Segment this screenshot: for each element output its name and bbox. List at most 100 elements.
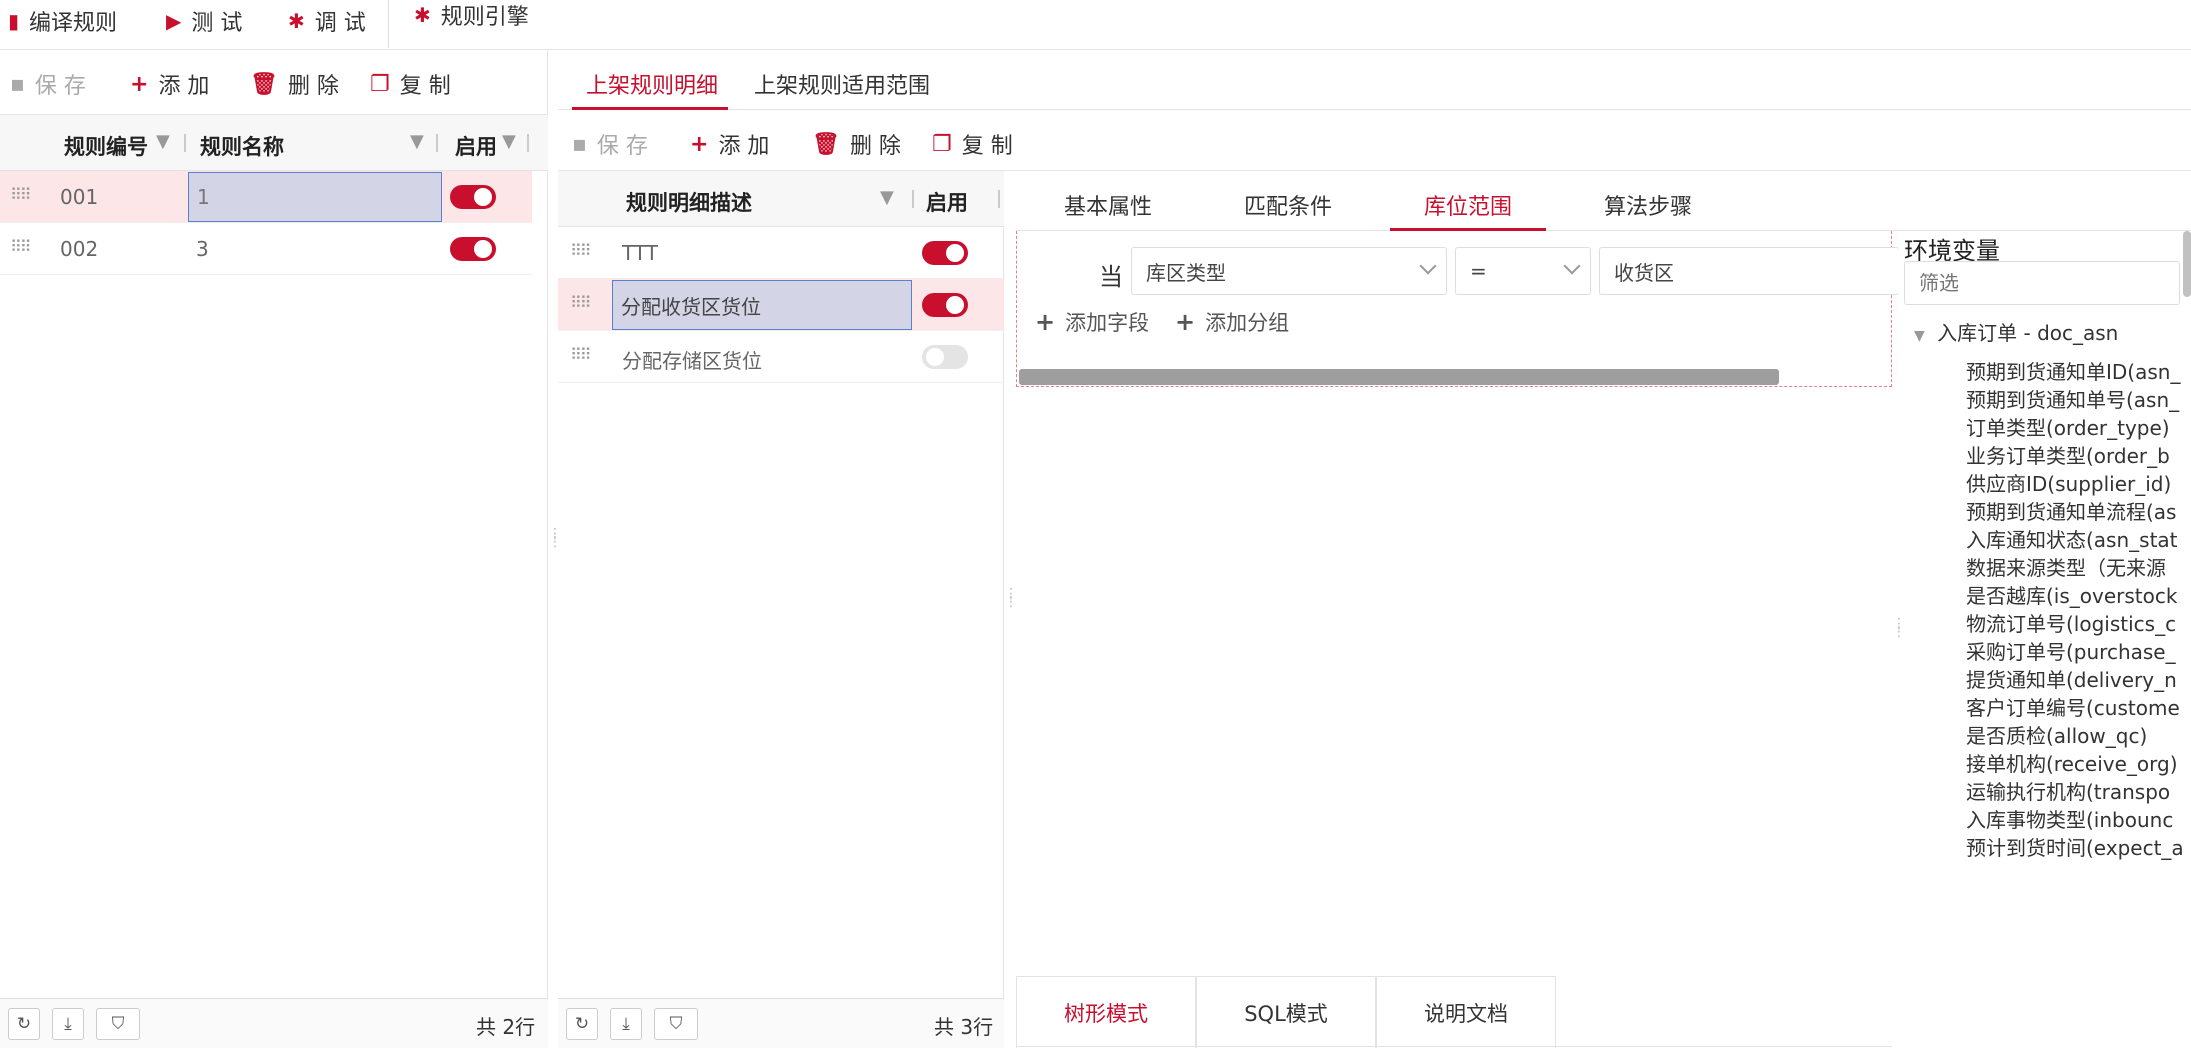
drag-handle-icon[interactable]: ⠿⠿ bbox=[10, 185, 31, 204]
tree-root-node[interactable]: ▼ 入库订单 - doc_asn bbox=[1914, 317, 2118, 346]
add-field-button[interactable]: + 添加字段 bbox=[1035, 307, 1149, 337]
table-row[interactable]: ⠿⠿ 002 3 bbox=[0, 223, 532, 275]
column-header-enabled[interactable]: 启用 bbox=[455, 131, 497, 161]
env-variables-panel: 环境变量 ▼ 入库订单 - doc_asn 预期到货通知单ID(asn_预期到货… bbox=[1904, 231, 2191, 1048]
when-label: 当 bbox=[1099, 263, 1123, 291]
clear-filter-icon[interactable]: ⛉ bbox=[654, 1008, 698, 1040]
column-resizer[interactable] bbox=[527, 134, 529, 152]
tab-tree-mode[interactable]: 树形模式 bbox=[1016, 976, 1196, 1048]
column-resizer[interactable] bbox=[436, 134, 438, 152]
table-row[interactable]: ⠿⠿ TTT bbox=[558, 227, 1004, 279]
detail-copy-button[interactable]: ❐ 复 制 bbox=[932, 128, 1013, 160]
tree-leaf-item[interactable]: 物流订单号(logistics_c bbox=[1966, 608, 2176, 637]
tab-rule-scope[interactable]: 上架规则适用范围 bbox=[754, 68, 930, 100]
table-row[interactable]: ⠿⠿ 分配存储区货位 bbox=[558, 331, 1004, 383]
filter-icon[interactable]: ▼ bbox=[502, 131, 516, 152]
save-button[interactable]: ▪ 保 存 bbox=[10, 68, 86, 100]
drag-handle-icon[interactable]: ⠿⠿ bbox=[570, 345, 591, 364]
add-group-button[interactable]: + 添加分组 bbox=[1175, 307, 1289, 337]
rule-engine-button[interactable]: ✱ 规则引擎 bbox=[414, 0, 529, 36]
tree-leaf-item[interactable]: 运输执行机构(transpo bbox=[1966, 776, 2170, 805]
operator-select[interactable]: = bbox=[1455, 247, 1591, 295]
enabled-toggle[interactable] bbox=[922, 345, 968, 369]
column-resizer[interactable] bbox=[912, 190, 914, 208]
enabled-toggle[interactable] bbox=[922, 293, 968, 317]
delete-button[interactable]: 🗑 删 除 bbox=[250, 68, 339, 100]
add-button[interactable]: + 添 加 bbox=[130, 68, 209, 100]
active-tab-indicator bbox=[572, 107, 728, 110]
building-icon: ▮ bbox=[8, 9, 20, 33]
detail-tabs: 基本属性 匹配条件 库位范围 算法步骤 bbox=[1016, 171, 2191, 231]
cell-code: 001 bbox=[60, 185, 99, 209]
column-header-code[interactable]: 规则编号 bbox=[64, 131, 148, 161]
detail-save-button[interactable]: ▪ 保 存 bbox=[572, 128, 648, 160]
tab-rule-detail[interactable]: 上架规则明细 bbox=[586, 68, 718, 100]
tree-leaf-item[interactable]: 是否质检(allow_qc) bbox=[1966, 720, 2147, 749]
value-input[interactable]: 收货区 bbox=[1599, 247, 1899, 295]
clear-filter-icon[interactable]: ⛉ bbox=[96, 1008, 140, 1040]
play-icon: ▶ bbox=[166, 9, 182, 33]
refresh-icon[interactable]: ↻ bbox=[8, 1008, 40, 1040]
field-select[interactable]: 库区类型 bbox=[1131, 247, 1447, 295]
tree-leaf-item[interactable]: 预计到货时间(expect_a bbox=[1966, 832, 2184, 861]
tab-basic-properties[interactable]: 基本属性 bbox=[1064, 189, 1152, 221]
splitter-handle-icon[interactable]: ⋮ ⋮ bbox=[1004, 587, 1018, 609]
main-tabs: 上架规则明细 上架规则适用范围 bbox=[558, 50, 2191, 110]
toolbar-divider bbox=[388, 0, 389, 48]
column-resizer[interactable] bbox=[184, 134, 186, 152]
compile-rules-button[interactable]: ▮ 编译规则 bbox=[8, 0, 117, 42]
filter-icon[interactable]: ▼ bbox=[410, 131, 424, 152]
detail-add-button[interactable]: + 添 加 bbox=[690, 128, 769, 160]
test-button[interactable]: ▶ 测 试 bbox=[166, 0, 242, 42]
tab-location-range[interactable]: 库位范围 bbox=[1424, 189, 1512, 221]
debug-button[interactable]: ✱ 调 试 bbox=[288, 0, 366, 42]
save-icon: ▪ bbox=[572, 131, 587, 157]
filter-input[interactable] bbox=[1904, 261, 2180, 305]
tree-leaf-item[interactable]: 数据来源类型（无来源 bbox=[1966, 552, 2166, 581]
tree-leaf-item[interactable]: 预期到货通知单流程(as bbox=[1966, 496, 2176, 525]
enabled-toggle[interactable] bbox=[450, 185, 496, 209]
table-row[interactable]: ⠿⠿ 分配收货区货位 bbox=[558, 279, 1004, 331]
condition-builder: 当 库区类型 = 收货区 + 添加字段 + 添加分组 bbox=[1016, 231, 1899, 387]
tree-leaf-item[interactable]: 提货通知单(delivery_n bbox=[1966, 664, 2177, 693]
column-resizer[interactable] bbox=[998, 190, 1000, 208]
column-header-enabled[interactable]: 启用 bbox=[926, 187, 968, 217]
tree-leaf-item[interactable]: 订单类型(order_type) bbox=[1966, 412, 2170, 441]
desc-edit-input[interactable]: 分配收货区货位 bbox=[612, 280, 912, 330]
tab-algorithm-steps[interactable]: 算法步骤 bbox=[1604, 189, 1692, 221]
copy-button[interactable]: ❐ 复 制 bbox=[370, 68, 451, 100]
tree-leaf-item[interactable]: 预期到货通知单号(asn_ bbox=[1966, 384, 2179, 413]
filter-icon[interactable]: ▼ bbox=[880, 187, 894, 208]
tree-leaf-item[interactable]: 预期到货通知单ID(asn_ bbox=[1966, 356, 2180, 385]
tab-sql-mode[interactable]: SQL模式 bbox=[1196, 976, 1376, 1048]
tree-leaf-item[interactable]: 客户订单编号(custome bbox=[1966, 692, 2180, 721]
column-header-desc[interactable]: 规则明细描述 bbox=[626, 187, 752, 217]
filter-icon[interactable]: ▼ bbox=[156, 131, 170, 152]
tab-match-conditions[interactable]: 匹配条件 bbox=[1244, 189, 1332, 221]
enabled-toggle[interactable] bbox=[450, 237, 496, 261]
tree-leaf-item[interactable]: 是否越库(is_overstock bbox=[1966, 580, 2177, 609]
tree-leaf-item[interactable]: 接单机构(receive_org) bbox=[1966, 748, 2178, 777]
enabled-toggle[interactable] bbox=[922, 241, 968, 265]
drag-handle-icon[interactable]: ⠿⠿ bbox=[570, 293, 591, 312]
tree-leaf-item[interactable]: 业务订单类型(order_b bbox=[1966, 440, 2170, 469]
export-icon[interactable]: ⤓ bbox=[52, 1008, 84, 1040]
detail-delete-button[interactable]: 🗑 删 除 bbox=[812, 128, 901, 160]
horizontal-scrollbar[interactable] bbox=[1019, 369, 1779, 385]
tree-leaf-item[interactable]: 入库通知状态(asn_stat bbox=[1966, 524, 2178, 553]
tree-leaf-item[interactable]: 采购订单号(purchase_ bbox=[1966, 636, 2176, 665]
tree-leaf-item[interactable]: 入库事物类型(inbounc bbox=[1966, 804, 2173, 833]
drag-handle-icon[interactable]: ⠿⠿ bbox=[570, 241, 591, 260]
rule-grid-header: 规则编号 ▼ 规则名称 ▼ 启用 ▼ bbox=[0, 115, 548, 171]
bug-icon: ✱ bbox=[414, 3, 431, 27]
export-icon[interactable]: ⤓ bbox=[610, 1008, 642, 1040]
vertical-scrollbar[interactable] bbox=[2183, 231, 2191, 297]
tree-leaf-item[interactable]: 供应商ID(supplier_id) bbox=[1966, 468, 2171, 497]
drag-handle-icon[interactable]: ⠿⠿ bbox=[10, 237, 31, 256]
tab-documentation[interactable]: 说明文档 bbox=[1376, 976, 1556, 1048]
table-row[interactable]: ⠿⠿ 001 1 bbox=[0, 171, 532, 223]
name-edit-input[interactable]: 1 bbox=[188, 172, 442, 222]
column-header-name[interactable]: 规则名称 bbox=[200, 131, 284, 161]
trash-icon: 🗑 bbox=[812, 131, 840, 157]
refresh-icon[interactable]: ↻ bbox=[566, 1008, 598, 1040]
